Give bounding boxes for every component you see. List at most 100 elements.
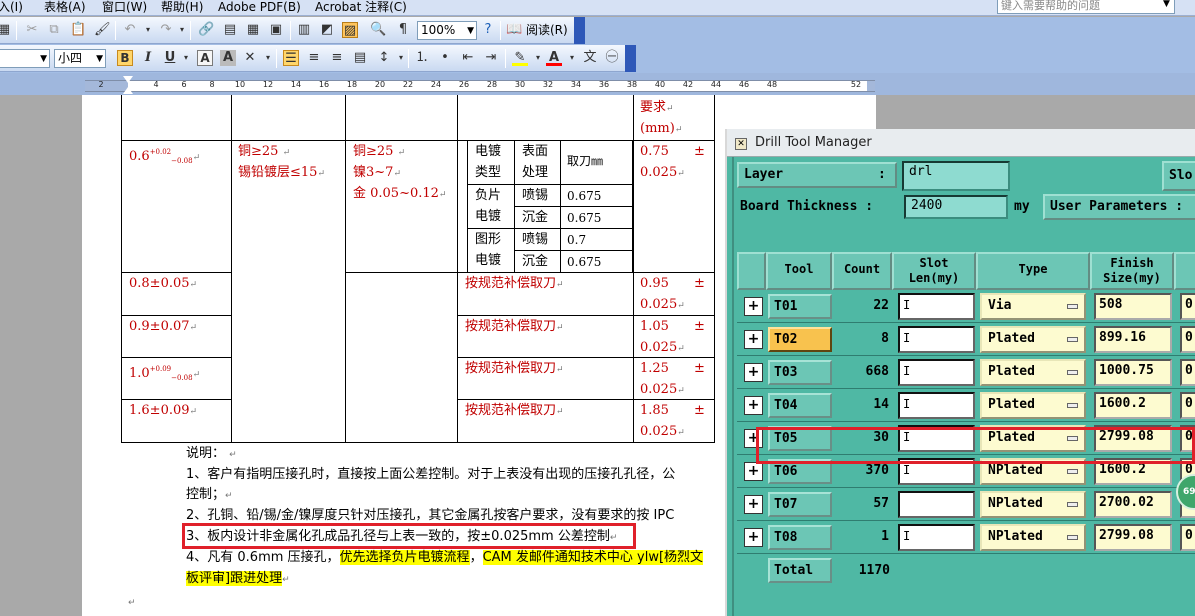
read-mode-button[interactable]: 阅读(R) xyxy=(526,22,568,38)
header-next[interactable] xyxy=(1174,252,1195,290)
first-line-indent-marker[interactable] xyxy=(123,76,133,83)
bullets-icon[interactable]: • xyxy=(437,50,453,66)
next-column-input[interactable]: 0 xyxy=(1180,392,1195,419)
type-select[interactable]: Plated xyxy=(980,326,1086,353)
type-select[interactable]: Plated xyxy=(980,392,1086,419)
expand-icon[interactable]: + xyxy=(744,462,763,481)
highlight-icon[interactable]: ✎ xyxy=(512,50,528,66)
slot-len-input[interactable]: I xyxy=(898,524,975,551)
menu-acrobat-comments[interactable]: Acrobat 注释(C) xyxy=(315,0,407,15)
header-slot-len[interactable]: Slot Len(my) xyxy=(892,252,976,290)
paste-icon[interactable]: 📋 xyxy=(70,22,86,38)
tool-button[interactable]: T08 xyxy=(768,525,832,550)
type-select[interactable]: Plated xyxy=(980,359,1086,386)
table-row[interactable]: + T02 8 I Plated 899.16 0 xyxy=(737,323,1195,356)
char-border-icon[interactable]: A xyxy=(197,50,213,66)
slot-len-input[interactable]: I xyxy=(898,392,975,419)
bold-icon[interactable]: B xyxy=(117,50,133,66)
slot-len-input[interactable]: I xyxy=(898,359,975,386)
align-right-icon[interactable]: ≡ xyxy=(329,50,345,66)
cut-icon[interactable]: ✂ xyxy=(24,22,40,38)
highlight-dropdown-icon[interactable]: ▾ xyxy=(530,50,546,66)
columns-icon[interactable]: ▥ xyxy=(296,22,312,38)
permission-icon[interactable]: ▦ xyxy=(0,22,12,38)
line-spacing-icon[interactable]: ↕ xyxy=(376,50,392,66)
header-type[interactable]: Type xyxy=(976,252,1090,290)
char-scale-icon[interactable]: ✕ xyxy=(242,50,258,66)
align-justify-icon[interactable]: ☰ xyxy=(283,50,299,66)
undo-icon[interactable]: ↶ xyxy=(122,22,138,38)
tool-button[interactable]: T02 xyxy=(768,327,832,352)
char-scale-dropdown-icon[interactable]: ▾ xyxy=(260,50,276,66)
menu-help[interactable]: 帮助(H) xyxy=(161,0,203,15)
finish-size-input[interactable]: 2799.08 xyxy=(1094,524,1172,551)
user-parameters-button[interactable]: User Parameters : xyxy=(1043,194,1195,220)
type-select[interactable]: NPlated xyxy=(980,524,1086,551)
header-tool[interactable]: Tool xyxy=(766,252,832,290)
board-thickness-field[interactable]: 2400 xyxy=(904,195,1008,219)
menu-adobe-pdf[interactable]: Adobe PDF(B) xyxy=(218,0,301,15)
read-mode-icon[interactable]: 📖 xyxy=(506,22,522,38)
next-column-input[interactable]: 0 xyxy=(1180,524,1195,551)
phonetic-guide-icon[interactable]: 文 xyxy=(582,50,598,66)
finish-size-input[interactable]: 2700.02 xyxy=(1094,491,1172,518)
table-row[interactable]: + T08 1 I NPlated 2799.08 0 xyxy=(737,521,1195,554)
next-column-input[interactable]: 0 xyxy=(1180,293,1195,320)
slot-len-input[interactable]: I xyxy=(898,293,975,320)
font-color-icon[interactable]: A xyxy=(546,50,562,66)
chevron-down-icon[interactable]: ▼ xyxy=(1163,0,1170,9)
toolbar-options-icon[interactable] xyxy=(574,17,585,44)
char-shading-icon[interactable]: A xyxy=(220,50,236,66)
ruler-scale[interactable]: 2 4 6 8 10 12 14 16 18 20 22 24 26 28 30… xyxy=(85,80,875,92)
font-color-dropdown-icon[interactable]: ▾ xyxy=(564,50,580,66)
header-count[interactable]: Count xyxy=(832,252,892,290)
font-size-select[interactable]: 小四 ▼ xyxy=(54,49,106,68)
expand-icon[interactable]: + xyxy=(744,528,763,547)
expand-icon[interactable]: + xyxy=(744,396,763,415)
expand-icon[interactable]: + xyxy=(744,330,763,349)
tool-button[interactable]: T07 xyxy=(768,492,832,517)
hyperlink-icon[interactable]: 🔗 xyxy=(198,22,214,38)
menu-insert[interactable]: 入(I) xyxy=(0,0,23,15)
table-row[interactable]: +T0757NPlated2700.020 xyxy=(737,488,1195,521)
header-finish-size[interactable]: Finish Size(my) xyxy=(1090,252,1174,290)
table-row[interactable]: + T01 22 I Via 508 0 xyxy=(737,290,1195,323)
redo-icon[interactable]: ↷ xyxy=(158,22,174,38)
tool-button[interactable]: T01 xyxy=(768,294,832,319)
zoom-select[interactable]: 100% ▼ xyxy=(417,21,477,40)
table-row[interactable]: + T04 14 I Plated 1600.2 0 xyxy=(737,389,1195,422)
expand-icon[interactable]: + xyxy=(744,363,763,382)
italic-icon[interactable]: I xyxy=(140,50,156,66)
expand-icon[interactable]: + xyxy=(744,297,763,316)
document-map-icon[interactable]: ▨ xyxy=(342,22,358,38)
help-search-input[interactable]: 键入需要帮助的问题 xyxy=(997,0,1175,14)
distributed-icon[interactable]: ▤ xyxy=(352,50,368,66)
type-select[interactable]: Via xyxy=(980,293,1086,320)
next-column-input[interactable]: 0 xyxy=(1180,359,1195,386)
insert-excel-icon[interactable]: ▣ xyxy=(268,22,284,38)
show-hide-icon[interactable]: 🔍 xyxy=(370,22,386,38)
decrease-indent-icon[interactable]: ⇤ xyxy=(460,50,476,66)
finish-size-input[interactable]: 1000.75 xyxy=(1094,359,1172,386)
finish-size-input[interactable]: 1600.2 xyxy=(1094,392,1172,419)
underline-dropdown-icon[interactable]: ▾ xyxy=(178,50,194,66)
font-name-select[interactable]: ▼ xyxy=(0,49,50,68)
tool-button[interactable]: T03 xyxy=(768,360,832,385)
line-spacing-dropdown-icon[interactable]: ▾ xyxy=(393,50,409,66)
redo-dropdown-icon[interactable]: ▾ xyxy=(174,22,190,38)
window-close-icon[interactable]: ✕ xyxy=(735,138,747,150)
format-painter-icon[interactable]: 🖌 xyxy=(94,22,111,38)
help-icon[interactable]: ? xyxy=(480,22,496,38)
finish-size-input[interactable]: 508 xyxy=(1094,293,1172,320)
dtm-title-bar[interactable]: ✕ Drill Tool Manager xyxy=(727,129,1195,157)
underline-icon[interactable]: U xyxy=(162,50,178,66)
undo-dropdown-icon[interactable]: ▾ xyxy=(140,22,156,38)
enclose-chars-icon[interactable]: ㊀ xyxy=(604,50,620,66)
toolbar-options-icon[interactable] xyxy=(625,45,636,72)
menu-window[interactable]: 窗口(W) xyxy=(102,0,147,15)
expand-icon[interactable]: + xyxy=(744,495,763,514)
tool-button[interactable]: T04 xyxy=(768,393,832,418)
next-column-input[interactable]: 0 xyxy=(1180,326,1195,353)
numbering-icon[interactable]: ⒈ xyxy=(414,50,430,66)
table-row[interactable]: + T03 668 I Plated 1000.75 0 xyxy=(737,356,1195,389)
